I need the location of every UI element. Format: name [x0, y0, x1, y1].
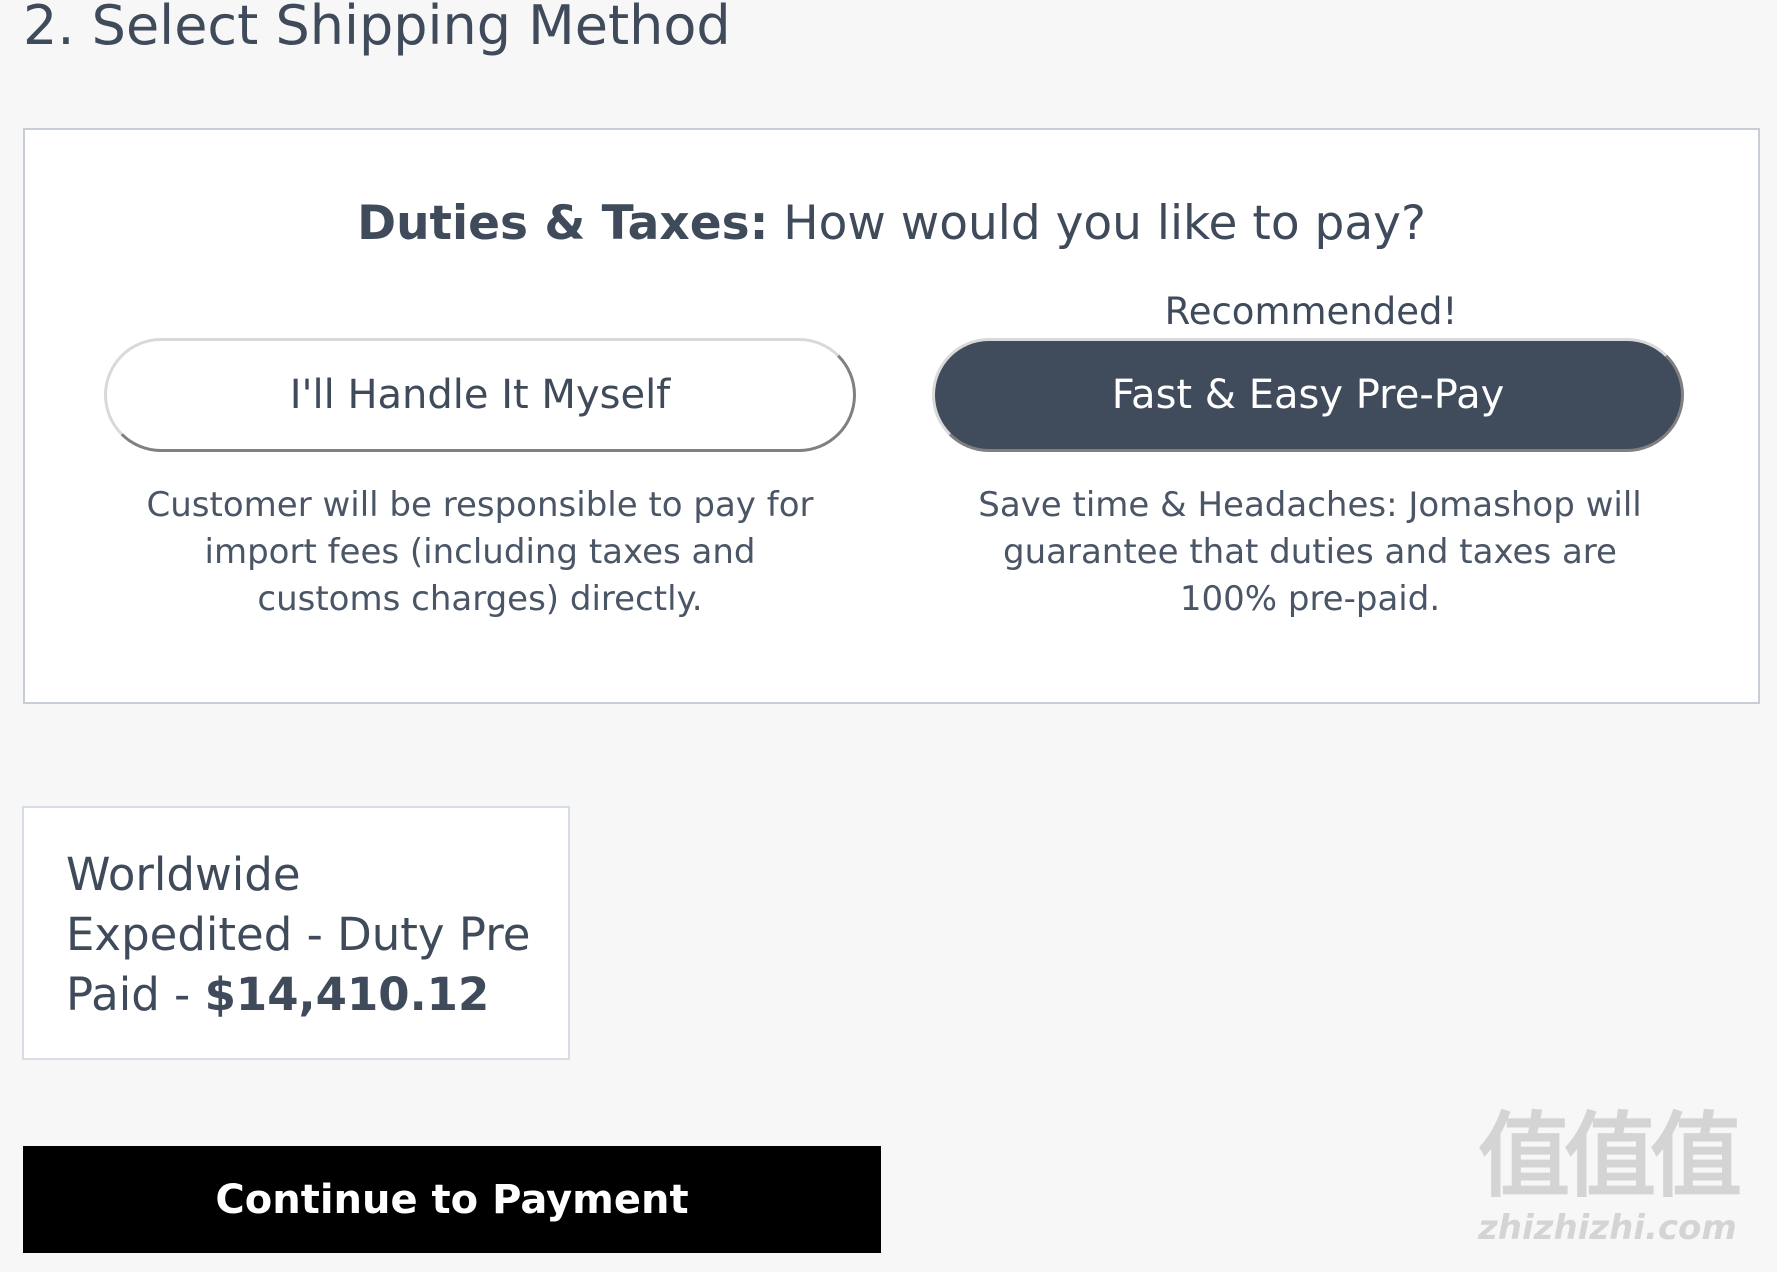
watermark-glyphs: 值值值: [1478, 1103, 1742, 1210]
duties-heading: Duties & Taxes: How would you like to pa…: [25, 196, 1758, 251]
prepay-description: Save time & Headaches: Jomashop will gua…: [978, 485, 1642, 619]
handle-it-myself-description: Customer will be responsible to pay for …: [146, 485, 814, 619]
fast-easy-prepay-button[interactable]: Fast & Easy Pre-Pay: [932, 338, 1684, 452]
watermark-url: zhizhizhi.com: [1478, 1208, 1737, 1248]
continue-to-payment-button[interactable]: Continue to Payment: [23, 1146, 881, 1253]
watermark-logo: 值值值 zhizhizhi.com: [1478, 1108, 1768, 1258]
duties-taxes-panel: Duties & Taxes: How would you like to pa…: [23, 128, 1760, 704]
recommended-label: Recommended!: [1164, 290, 1458, 333]
duties-heading-strong: Duties & Taxes:: [357, 196, 769, 251]
duties-heading-question: How would you like to pay?: [768, 196, 1426, 251]
shipping-method-text: Worldwide Expedited - Duty Pre Paid - $1…: [66, 845, 536, 1025]
shipping-price: $14,410.12: [204, 968, 490, 1021]
handle-it-myself-button[interactable]: I'll Handle It Myself: [104, 338, 856, 452]
shipping-method-option[interactable]: Worldwide Expedited - Duty Pre Paid - $1…: [22, 806, 570, 1060]
section-title: 2. Select Shipping Method: [23, 0, 731, 57]
